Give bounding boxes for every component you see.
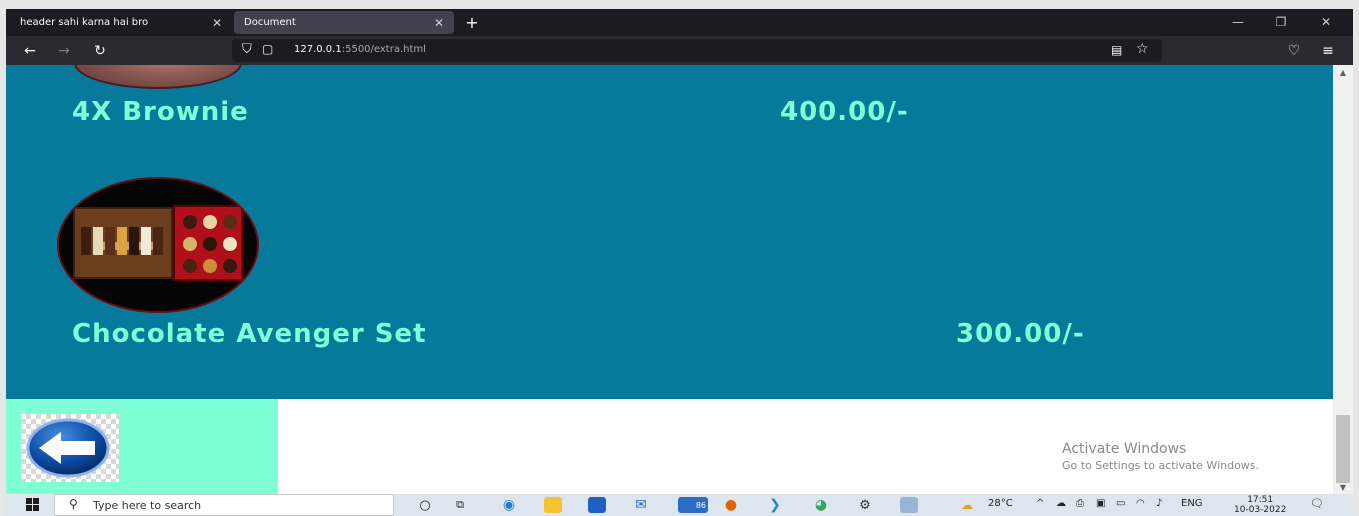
shield-icon[interactable]: ⛉	[242, 42, 252, 57]
vertical-scrollbar[interactable]: ▲ ▼	[1333, 65, 1353, 494]
printer-icon[interactable]: ⎙	[1076, 498, 1084, 509]
onedrive-icon[interactable]: ☁	[1056, 498, 1066, 509]
product-name: 4X Brownie	[72, 97, 249, 127]
photos-badge: 86	[695, 500, 706, 510]
reader-view-icon[interactable]: ▤	[1111, 43, 1122, 57]
url-host: 127.0.0.1	[294, 44, 342, 55]
weather-icon: ☁	[961, 498, 973, 512]
page-content: 4X Brownie 400.00/- Chocolate Avenger Se…	[6, 65, 1333, 494]
meet-now-icon[interactable]: ▣	[1096, 498, 1105, 509]
menu-hamburger-icon[interactable]: ≡	[1316, 40, 1340, 61]
window-close-icon[interactable]: ✕	[1306, 12, 1346, 32]
vscode-icon[interactable]: ❯	[766, 497, 784, 513]
windows-taskbar: ⚲ Type here to search ○ ⧉ ◉ ✉ 86 ● ❯ ◕ ⚙…	[6, 494, 1353, 516]
product-name: Chocolate Avenger Set	[72, 319, 427, 349]
back-button[interactable]	[21, 414, 119, 482]
url-bar[interactable]: ⛉ ▢ 127.0.0.1:5500/extra.html ▤ ☆	[232, 39, 1162, 62]
new-tab-button[interactable]: +	[460, 11, 484, 34]
navigation-bar: ← → ↻ ⛉ ▢ 127.0.0.1:5500/extra.html ▤ ☆ …	[6, 36, 1353, 65]
url-path: :5500/extra.html	[341, 44, 426, 55]
tab-title: Document	[244, 17, 296, 28]
chocolate-set-image	[57, 177, 259, 313]
back-arrow-icon	[26, 418, 110, 478]
scroll-down-icon[interactable]: ▼	[1333, 480, 1353, 494]
product-list: 4X Brownie 400.00/- Chocolate Avenger Se…	[6, 65, 1333, 399]
battery-icon[interactable]: ▭	[1116, 498, 1125, 509]
activate-windows-title: Activate Windows	[1062, 441, 1187, 457]
file-explorer-icon[interactable]	[544, 497, 562, 513]
settings-gear-icon[interactable]: ⚙	[856, 497, 874, 513]
tab-title: header sahi karna hai bro	[20, 17, 149, 28]
activate-windows-subtitle: Go to Settings to activate Windows.	[1062, 459, 1260, 472]
task-view-icon[interactable]: ⧉	[451, 497, 469, 513]
tab-document[interactable]: Document ✕	[234, 11, 454, 34]
close-icon[interactable]: ✕	[434, 16, 444, 30]
chocolate-box-right	[173, 205, 243, 281]
reload-icon[interactable]: ↻	[88, 40, 112, 61]
tab-bar: header sahi karna hai bro ✕ Document ✕ +…	[6, 9, 1353, 36]
mail-icon[interactable]: ✉	[632, 497, 650, 513]
url-text[interactable]: 127.0.0.1:5500/extra.html	[294, 44, 426, 55]
notification-icon[interactable]: 🗨	[1310, 497, 1326, 511]
scroll-up-icon[interactable]: ▲	[1333, 65, 1353, 79]
back-arrow-icon[interactable]: ←	[18, 40, 42, 61]
brownie-image	[74, 65, 242, 89]
forward-arrow-icon[interactable]: →	[52, 40, 76, 61]
clock-date: 10-03-2022	[1234, 505, 1287, 515]
windows-start-icon[interactable]	[26, 498, 40, 512]
volume-icon[interactable]: ♪	[1156, 498, 1162, 509]
page-icon: ▢	[262, 42, 274, 56]
cortana-icon[interactable]: ○	[416, 497, 434, 513]
taskbar-clock[interactable]: 17:51 10-03-2022	[1234, 495, 1286, 515]
firefox-icon[interactable]: ●	[722, 497, 740, 513]
bookmark-star-icon[interactable]: ☆	[1136, 41, 1149, 57]
chocolate-box-left	[73, 207, 173, 279]
restore-icon[interactable]: ❐	[1261, 12, 1301, 32]
scroll-thumb[interactable]	[1336, 415, 1350, 483]
tray-chevron-icon[interactable]: ^	[1036, 498, 1044, 509]
close-icon[interactable]: ✕	[212, 16, 222, 30]
clock-time: 17:51	[1247, 495, 1274, 505]
photos-icon[interactable]: 86	[678, 497, 708, 513]
wifi-icon[interactable]: ◠	[1136, 498, 1145, 509]
back-panel	[6, 399, 278, 494]
language-indicator[interactable]: ENG	[1181, 498, 1203, 509]
search-placeholder: Type here to search	[93, 499, 202, 512]
taskbar-search-box[interactable]: ⚲ Type here to search	[54, 494, 394, 516]
product-price: 300.00/-	[956, 319, 1085, 349]
search-icon: ⚲	[69, 497, 78, 511]
product-price: 400.00/-	[780, 97, 909, 127]
chrome-icon[interactable]: ◕	[812, 497, 830, 513]
weather-temperature[interactable]: 28°C	[988, 498, 1013, 509]
minimize-icon[interactable]: —	[1218, 12, 1258, 32]
edge-icon[interactable]: ◉	[500, 497, 518, 513]
store-icon[interactable]	[588, 497, 606, 513]
pocket-icon[interactable]: ♡	[1282, 40, 1306, 61]
tab-header-sahi[interactable]: header sahi karna hai bro ✕	[10, 11, 232, 34]
app-icon[interactable]	[900, 497, 918, 513]
